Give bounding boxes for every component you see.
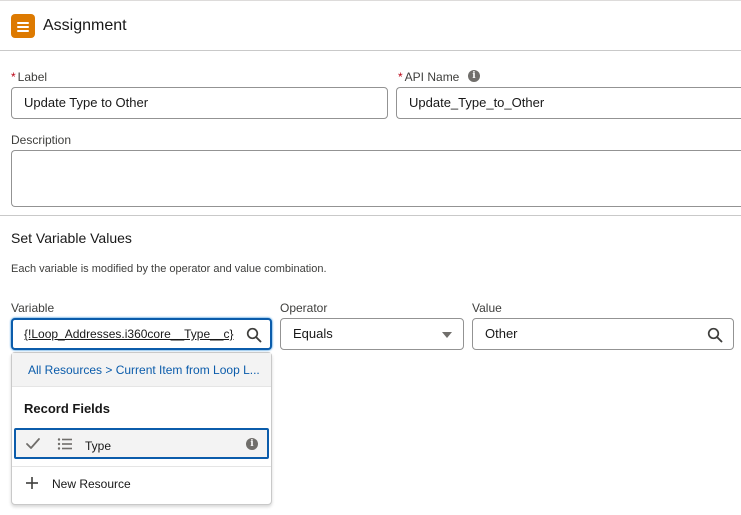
section-divider xyxy=(0,215,741,216)
section-help-text: Each variable is modified by the operato… xyxy=(11,263,327,275)
value-search-icon[interactable] xyxy=(707,327,723,343)
option-info-icon[interactable]: i xyxy=(246,438,258,450)
value-combobox[interactable]: Other xyxy=(472,318,734,350)
dropdown-option-type[interactable]: Type i xyxy=(14,428,269,459)
assignment-icon xyxy=(11,14,35,38)
checkmark-icon xyxy=(26,438,40,449)
variable-input-text: {!Loop_Addresses.i360core__Type__c} xyxy=(24,327,234,341)
resource-picker-dropdown: All Resources > Current Item from Loop L… xyxy=(11,352,272,505)
label-input[interactable]: Update Type to Other xyxy=(11,87,388,119)
panel-title: Assignment xyxy=(43,17,127,34)
record-fields-heading: Record Fields xyxy=(24,401,110,416)
value-label: Value xyxy=(472,301,502,315)
resource-breadcrumb[interactable]: All Resources > Current Item from Loop L… xyxy=(12,353,271,387)
description-label: Description xyxy=(11,133,72,147)
variable-search-icon[interactable] xyxy=(246,327,262,343)
operator-value: Equals xyxy=(293,326,333,341)
operator-select[interactable]: Equals xyxy=(280,318,464,350)
chevron-down-icon xyxy=(442,332,452,338)
api-name-input[interactable]: Update_Type_to_Other xyxy=(396,87,741,119)
variable-combobox[interactable]: {!Loop_Addresses.i360core__Type__c} xyxy=(11,318,272,350)
section-title: Set Variable Values xyxy=(11,230,132,246)
panel-header: Assignment xyxy=(0,1,741,51)
operator-label: Operator xyxy=(280,301,328,315)
option-label: Type xyxy=(85,439,112,453)
dropdown-separator xyxy=(12,466,271,467)
new-resource-button[interactable]: New Resource xyxy=(52,477,131,491)
list-icon xyxy=(57,438,72,450)
plus-icon xyxy=(26,477,38,489)
api-name-field-label: * API Name xyxy=(398,70,460,84)
variable-label: Variable xyxy=(11,301,55,315)
description-textarea[interactable] xyxy=(11,150,741,207)
api-name-info-icon[interactable]: i xyxy=(468,70,480,82)
label-field-label: * Label xyxy=(11,70,48,84)
